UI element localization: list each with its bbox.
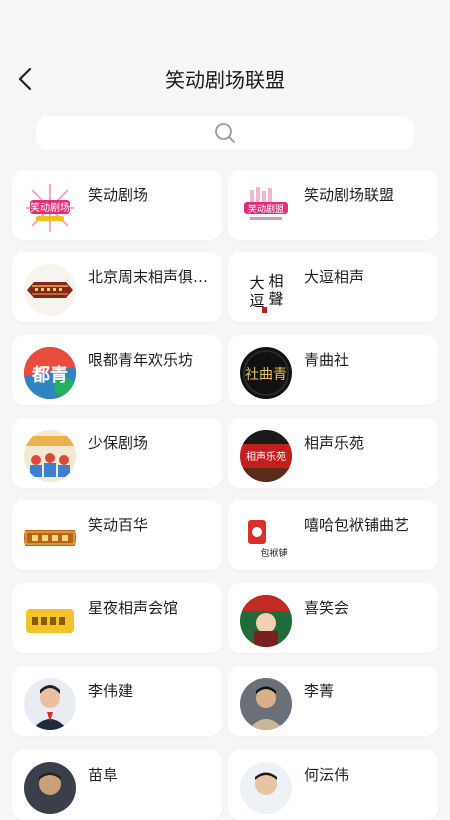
theater-logo bbox=[24, 430, 76, 482]
theater-logo: 包袱铺 bbox=[240, 512, 292, 564]
theater-card[interactable]: 少保剧场 bbox=[12, 418, 222, 488]
svg-text:聲: 聲 bbox=[268, 290, 283, 308]
performer-card[interactable]: 李菁 bbox=[228, 666, 438, 736]
performer-name: 李伟建 bbox=[88, 682, 134, 700]
svg-text:笑动剧盟: 笑动剧盟 bbox=[248, 203, 284, 215]
performer-card[interactable]: 何沄伟 bbox=[228, 750, 438, 820]
performer-avatar bbox=[240, 678, 292, 730]
theater-logo: 都青 bbox=[24, 347, 76, 399]
theater-grid: 笑动剧场 笑动剧场 笑动剧盟 笑动剧场联盟 北京周末相声俱乐部 大 逗 相 聲 … bbox=[0, 0, 450, 820]
theater-name: 笑动剧场 bbox=[88, 186, 149, 204]
theater-card[interactable]: 社曲青 青曲社 bbox=[228, 335, 438, 405]
theater-name: 青曲社 bbox=[304, 351, 350, 369]
theater-logo: 社曲青 bbox=[240, 347, 292, 399]
svg-text:包袱铺: 包袱铺 bbox=[260, 547, 287, 559]
theater-card[interactable]: 包袱铺 嘻哈包袱铺曲艺 bbox=[228, 500, 438, 570]
svg-text:相: 相 bbox=[268, 272, 283, 290]
theater-logo bbox=[240, 595, 292, 647]
theater-logo: 相声乐苑 bbox=[240, 430, 292, 482]
svg-text:相声乐苑: 相声乐苑 bbox=[246, 450, 286, 463]
theater-name: 星夜相声会馆 bbox=[88, 599, 179, 617]
theater-name: 北京周末相声俱乐部 bbox=[88, 268, 214, 286]
theater-card[interactable]: 大 逗 相 聲 大逗相声 bbox=[228, 252, 438, 322]
svg-text:社曲青: 社曲青 bbox=[245, 367, 287, 383]
theater-name: 哏都青年欢乐坊 bbox=[88, 351, 194, 369]
theater-logo bbox=[24, 512, 76, 564]
theater-name: 相声乐苑 bbox=[304, 434, 365, 452]
svg-text:笑动剧场: 笑动剧场 bbox=[30, 201, 70, 214]
theater-name: 大逗相声 bbox=[304, 268, 365, 286]
theater-logo bbox=[24, 264, 76, 316]
theater-name: 笑动百华 bbox=[88, 516, 149, 534]
theater-card[interactable]: 喜笑会 bbox=[228, 583, 438, 653]
performer-name: 苗阜 bbox=[88, 766, 119, 784]
svg-text:大: 大 bbox=[249, 274, 264, 292]
theater-card[interactable]: 星夜相声会馆 bbox=[12, 583, 222, 653]
theater-card[interactable]: 笑动剧盟 笑动剧场联盟 bbox=[228, 170, 438, 240]
theater-logo: 大 逗 相 聲 bbox=[240, 264, 292, 316]
performer-avatar bbox=[24, 762, 76, 814]
performer-avatar bbox=[240, 762, 292, 814]
theater-logo: 笑动剧场 bbox=[24, 182, 76, 234]
theater-name: 笑动剧场联盟 bbox=[304, 186, 395, 204]
theater-card[interactable]: 笑动百华 bbox=[12, 500, 222, 570]
performer-card[interactable]: 李伟建 bbox=[12, 666, 222, 736]
theater-name: 嘻哈包袱铺曲艺 bbox=[304, 516, 410, 534]
theater-card[interactable]: 相声乐苑 相声乐苑 bbox=[228, 418, 438, 488]
performer-name: 何沄伟 bbox=[304, 766, 350, 784]
theater-card[interactable]: 笑动剧场 笑动剧场 bbox=[12, 170, 222, 240]
theater-logo bbox=[24, 595, 76, 647]
theater-card[interactable]: 都青 哏都青年欢乐坊 bbox=[12, 335, 222, 405]
theater-name: 少保剧场 bbox=[88, 434, 149, 452]
performer-card[interactable]: 苗阜 bbox=[12, 750, 222, 820]
theater-logo: 笑动剧盟 bbox=[240, 182, 292, 234]
performer-name: 李菁 bbox=[304, 682, 335, 700]
theater-card[interactable]: 北京周末相声俱乐部 bbox=[12, 252, 222, 322]
theater-name: 喜笑会 bbox=[304, 599, 350, 617]
performer-avatar bbox=[24, 678, 76, 730]
svg-text:都青: 都青 bbox=[31, 365, 68, 386]
